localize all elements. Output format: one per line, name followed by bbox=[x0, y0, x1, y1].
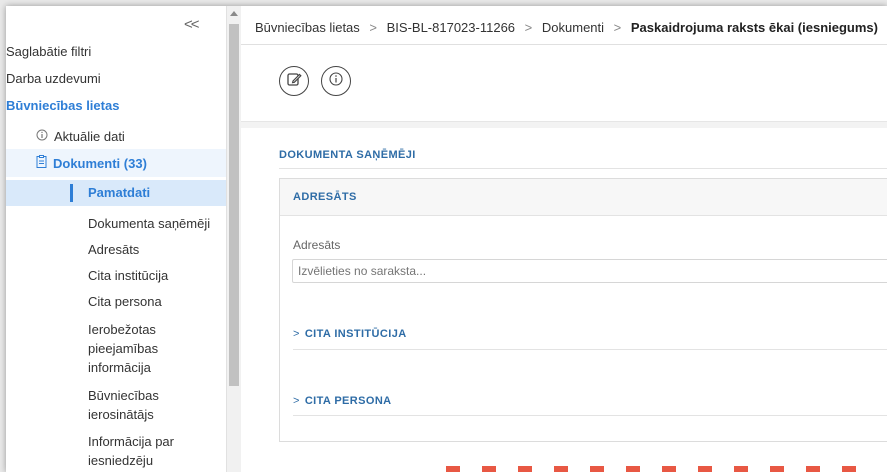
breadcrumb-separator: > bbox=[524, 20, 533, 35]
info-circle-icon bbox=[36, 129, 48, 144]
sidebar-item-tasks[interactable]: Darba uzdevumi bbox=[6, 71, 101, 86]
sidebar: << Saglabātie filtri Darba uzdevumi Būvn… bbox=[6, 6, 227, 472]
breadcrumb-current: Paskaidrojuma raksts ēkai (iesniegums) bbox=[630, 20, 878, 35]
chevron-right-icon: > bbox=[293, 328, 300, 340]
sidebar-item-documents[interactable]: Dokumenti (33) bbox=[6, 149, 226, 177]
info-button[interactable] bbox=[321, 66, 351, 96]
sidebar-item-submitter-info[interactable]: Informācija par iesniedzēju bbox=[88, 432, 178, 470]
divider bbox=[293, 349, 887, 350]
edit-icon bbox=[286, 71, 302, 92]
addressee-select[interactable] bbox=[292, 259, 887, 283]
scroll-up-arrow-icon[interactable] bbox=[230, 11, 238, 16]
sidebar-item-label: Dokumenti (33) bbox=[53, 155, 147, 171]
divider bbox=[241, 121, 887, 128]
active-indicator bbox=[70, 184, 73, 202]
divider bbox=[241, 44, 887, 45]
collapse-sidebar-button[interactable]: << bbox=[184, 16, 199, 33]
decorative-dashes bbox=[446, 466, 866, 472]
sidebar-item-restricted-info[interactable]: Ierobežotas pieejamības informācija bbox=[88, 320, 168, 377]
sidebar-item-other-person[interactable]: Cita persona bbox=[88, 292, 224, 311]
recipients-card: ADRESĀTS Adresāts > CITA INSTITŪCIJA > C… bbox=[279, 178, 887, 442]
section-title: DOKUMENTA SAŅĒMĒJI bbox=[279, 149, 416, 161]
collapsible-other-institution[interactable]: > CITA INSTITŪCIJA bbox=[293, 328, 407, 340]
sidebar-item-other-institution[interactable]: Cita institūcija bbox=[88, 266, 224, 285]
main-content: Būvniecības lietas > BIS-BL-817023-11266… bbox=[241, 6, 887, 472]
breadcrumb-separator: > bbox=[369, 20, 377, 35]
breadcrumb-documents[interactable]: Dokumenti bbox=[542, 20, 604, 35]
breadcrumb-construction-cases[interactable]: Būvniecības lietas bbox=[255, 20, 360, 35]
card-title: ADRESĀTS bbox=[293, 191, 357, 203]
breadcrumb-case-id[interactable]: BIS-BL-817023-11266 bbox=[387, 20, 515, 35]
sidebar-item-construction-cases[interactable]: Būvniecības lietas bbox=[6, 98, 119, 113]
collapsible-label: CITA PERSONA bbox=[304, 395, 392, 407]
breadcrumb-separator: > bbox=[613, 20, 622, 35]
collapsible-other-person[interactable]: > CITA PERSONA bbox=[293, 395, 392, 407]
sidebar-item-saved-filters[interactable]: Saglabātie filtri bbox=[6, 44, 91, 59]
chevron-right-icon: > bbox=[293, 395, 300, 407]
sidebar-item-label: Aktuālie dati bbox=[54, 129, 125, 144]
sidebar-item-label: Pamatdati bbox=[88, 185, 151, 200]
addressee-field-label: Adresāts bbox=[293, 238, 341, 252]
collapsible-label: CITA INSTITŪCIJA bbox=[304, 328, 407, 340]
divider bbox=[293, 415, 887, 416]
sidebar-item-basic-data[interactable]: Pamatdati bbox=[6, 180, 226, 206]
sidebar-item-document-recipients[interactable]: Dokumenta saņēmēji bbox=[88, 214, 224, 233]
info-circle-icon bbox=[329, 71, 343, 91]
edit-button[interactable] bbox=[279, 66, 309, 96]
card-header: ADRESĀTS bbox=[280, 179, 887, 216]
breadcrumb: Būvniecības lietas > BIS-BL-817023-11266… bbox=[255, 20, 878, 35]
sidebar-item-current-data[interactable]: Aktuālie dati bbox=[36, 129, 125, 144]
document-icon bbox=[36, 155, 47, 171]
sidebar-item-initiator[interactable]: Būvniecības ierosinātājs bbox=[88, 386, 168, 424]
sidebar-scrollbar[interactable] bbox=[226, 6, 242, 472]
divider bbox=[279, 168, 887, 169]
scroll-thumb[interactable] bbox=[229, 24, 239, 386]
app-frame: << Saglabātie filtri Darba uzdevumi Būvn… bbox=[6, 6, 887, 472]
sidebar-item-addressee[interactable]: Adresāts bbox=[88, 240, 224, 259]
